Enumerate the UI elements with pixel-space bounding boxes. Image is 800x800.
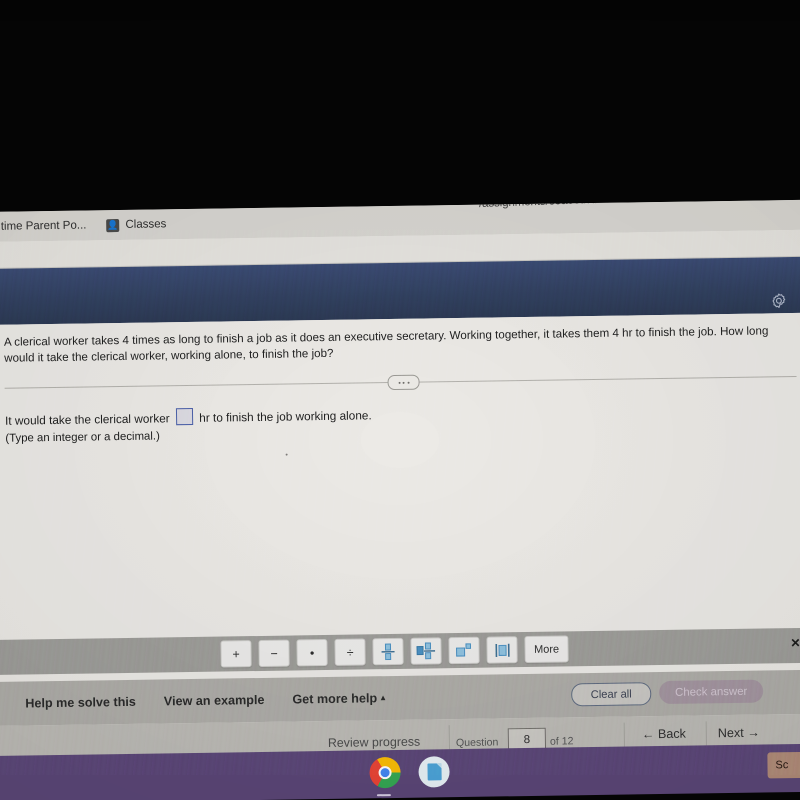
check-answer-button[interactable]: Check answer <box>659 679 764 705</box>
get-more-help-label: Get more help <box>292 691 378 707</box>
mixed-number-icon <box>416 642 436 660</box>
get-more-help-button[interactable]: Get more help ▲ <box>292 691 387 706</box>
google-docs-icon[interactable] <box>418 756 450 788</box>
absolute-value-icon <box>494 643 510 657</box>
minus-key[interactable]: − <box>258 639 290 668</box>
active-app-indicator <box>376 794 391 797</box>
question-text: A clerical worker takes 4 times as long … <box>3 324 769 365</box>
multiply-dot-key[interactable]: • <box>296 638 328 667</box>
screen-artifact-dot <box>285 453 288 456</box>
caret-up-icon: ▲ <box>379 693 388 703</box>
answer-prefix-text: It would take the clerical worker <box>4 411 170 428</box>
plus-key[interactable]: + <box>220 640 252 668</box>
clear-all-button[interactable]: Clear all <box>571 682 652 707</box>
bookmark-label: ltime Parent Po... <box>0 219 87 233</box>
answer-input-box[interactable] <box>175 407 194 426</box>
people-icon: 👤 <box>106 218 120 232</box>
more-key[interactable]: More <box>524 635 569 664</box>
math-palette-toolbar: + − • ÷ More ✕ <box>0 627 800 675</box>
screenshot-corner-button[interactable]: Sc <box>767 751 800 779</box>
question-body: A clerical worker takes 4 times as long … <box>0 312 800 456</box>
help-me-solve-this-button[interactable]: Help me solve this <box>25 695 136 711</box>
question-total-label: of 12 <box>549 735 574 748</box>
exponent-icon <box>456 642 472 657</box>
exponent-key[interactable] <box>448 636 480 665</box>
question-label: Question <box>455 736 499 750</box>
divide-key[interactable]: ÷ <box>334 638 366 666</box>
dot <box>402 381 405 384</box>
expand-ellipsis-button[interactable] <box>387 374 420 391</box>
review-progress-button[interactable]: Review progress <box>328 735 420 750</box>
chrome-icon[interactable] <box>369 756 401 789</box>
next-button[interactable]: Next → <box>718 726 760 741</box>
shelf-app-icons <box>369 756 450 789</box>
close-icon[interactable]: ✕ <box>790 636 800 650</box>
chromebook-screen: ltime Parent Po... 👤 Classes /assignment… <box>0 199 800 772</box>
view-an-example-button[interactable]: View an example <box>164 693 265 708</box>
question-divider <box>4 369 800 395</box>
fraction-icon <box>381 643 395 661</box>
address-bar-url[interactable]: /assignments/69a0cd7b786d440b957ce7358e4… <box>479 200 800 210</box>
gear-icon[interactable] <box>770 292 787 309</box>
dot <box>407 381 410 384</box>
mixed-number-key[interactable] <box>410 637 442 665</box>
web-page: A clerical worker takes 4 times as long … <box>0 229 800 772</box>
photo-of-chromebook-screen: ltime Parent Po... 👤 Classes /assignment… <box>0 0 800 800</box>
bookmark-item-parent-portal[interactable]: ltime Parent Po... <box>0 219 97 233</box>
dot <box>398 381 401 384</box>
bookmark-label: Classes <box>125 218 167 231</box>
back-button[interactable]: ← Back <box>642 727 686 742</box>
answer-suffix-text: hr to finish the job working alone. <box>199 408 372 425</box>
fraction-key[interactable] <box>372 637 404 666</box>
absolute-value-key[interactable] <box>486 636 518 664</box>
bookmark-item-classes[interactable]: 👤 Classes <box>96 218 176 232</box>
